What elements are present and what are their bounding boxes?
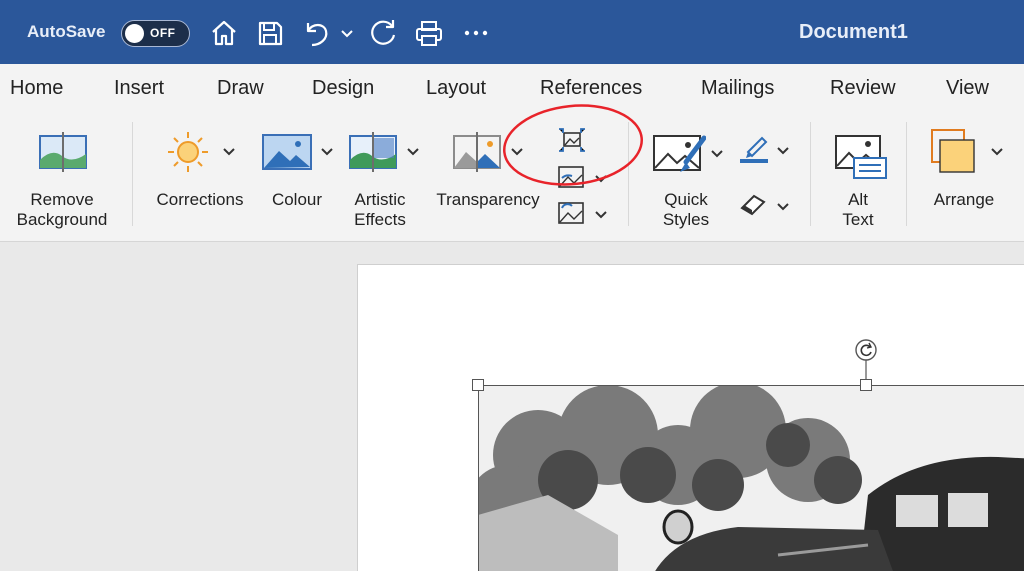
ribbon: Remove Background Corrections Colour Art…: [0, 104, 1024, 242]
ribbon-separator: [132, 122, 133, 226]
autosave-label: AutoSave: [27, 22, 106, 41]
remove-background-icon: [39, 132, 87, 172]
save-icon[interactable]: [254, 17, 286, 49]
selected-picture[interactable]: [478, 385, 1024, 571]
quick-styles-label-line1: Quick: [664, 190, 708, 209]
transparency-icon: [453, 132, 501, 172]
annotation-ellipse: [503, 104, 643, 186]
quick-styles-label-line2: Styles: [662, 210, 710, 229]
title-bar: AutoSave OFF Document1: [0, 0, 1024, 64]
corrections-label: Corrections: [156, 190, 244, 209]
chevron-down-icon[interactable]: [594, 210, 608, 220]
tab-design[interactable]: Design: [312, 77, 374, 100]
chevron-down-icon[interactable]: [990, 147, 1004, 157]
print-icon[interactable]: [413, 17, 445, 49]
remove-background-label-line1: Remove: [30, 190, 94, 209]
resize-handle-top-center[interactable]: [860, 379, 872, 391]
arrange-icon: [931, 129, 975, 173]
ribbon-separator: [810, 122, 811, 226]
transparency-label: Transparency: [436, 190, 540, 209]
alt-text-label-line2: Text: [842, 210, 874, 229]
artistic-effects-label-line2: Effects: [354, 210, 406, 229]
remove-background-label-line2: Background: [16, 210, 108, 229]
tab-mailings[interactable]: Mailings: [701, 77, 774, 100]
chevron-down-icon[interactable]: [776, 146, 790, 156]
tab-view[interactable]: View: [946, 77, 989, 100]
quick-styles-icon: [653, 135, 706, 172]
artistic-effects-label-line1: Artistic: [354, 190, 406, 209]
chevron-down-icon[interactable]: [320, 147, 334, 157]
chevron-down-icon[interactable]: [406, 147, 420, 157]
tab-home[interactable]: Home: [10, 77, 63, 100]
chevron-down-icon[interactable]: [710, 149, 724, 159]
undo-icon[interactable]: [300, 17, 332, 49]
reset-picture-icon[interactable]: [556, 200, 586, 226]
chevron-down-icon[interactable]: [776, 202, 790, 212]
home-icon[interactable]: [208, 17, 240, 49]
more-icon[interactable]: [460, 17, 492, 49]
toggle-knob: [125, 24, 144, 43]
alt-text-icon: [835, 135, 887, 179]
tab-insert[interactable]: Insert: [114, 77, 164, 100]
colour-label: Colour: [271, 190, 323, 209]
alt-text-label-line1: Alt: [848, 190, 868, 209]
document-title: Document1: [799, 21, 908, 43]
arrange-label: Arrange: [933, 190, 995, 209]
tab-layout[interactable]: Layout: [426, 77, 486, 100]
toggle-state: OFF: [150, 26, 176, 40]
redo-icon[interactable]: [367, 17, 399, 49]
tab-review[interactable]: Review: [830, 77, 896, 100]
resize-handle-top-left[interactable]: [472, 379, 484, 391]
eraser-icon[interactable]: [738, 192, 768, 216]
colour-icon: [262, 134, 312, 170]
artistic-effects-icon: [349, 132, 397, 172]
chevron-down-icon[interactable]: [222, 147, 236, 157]
tab-draw[interactable]: Draw: [217, 77, 264, 100]
undo-dropdown-chevron-icon[interactable]: [340, 17, 354, 49]
sun-icon: [168, 132, 208, 172]
ribbon-separator: [906, 122, 907, 226]
autosave-toggle[interactable]: OFF: [121, 20, 190, 47]
picture-border-icon[interactable]: [738, 134, 770, 164]
tab-references[interactable]: References: [540, 77, 642, 100]
